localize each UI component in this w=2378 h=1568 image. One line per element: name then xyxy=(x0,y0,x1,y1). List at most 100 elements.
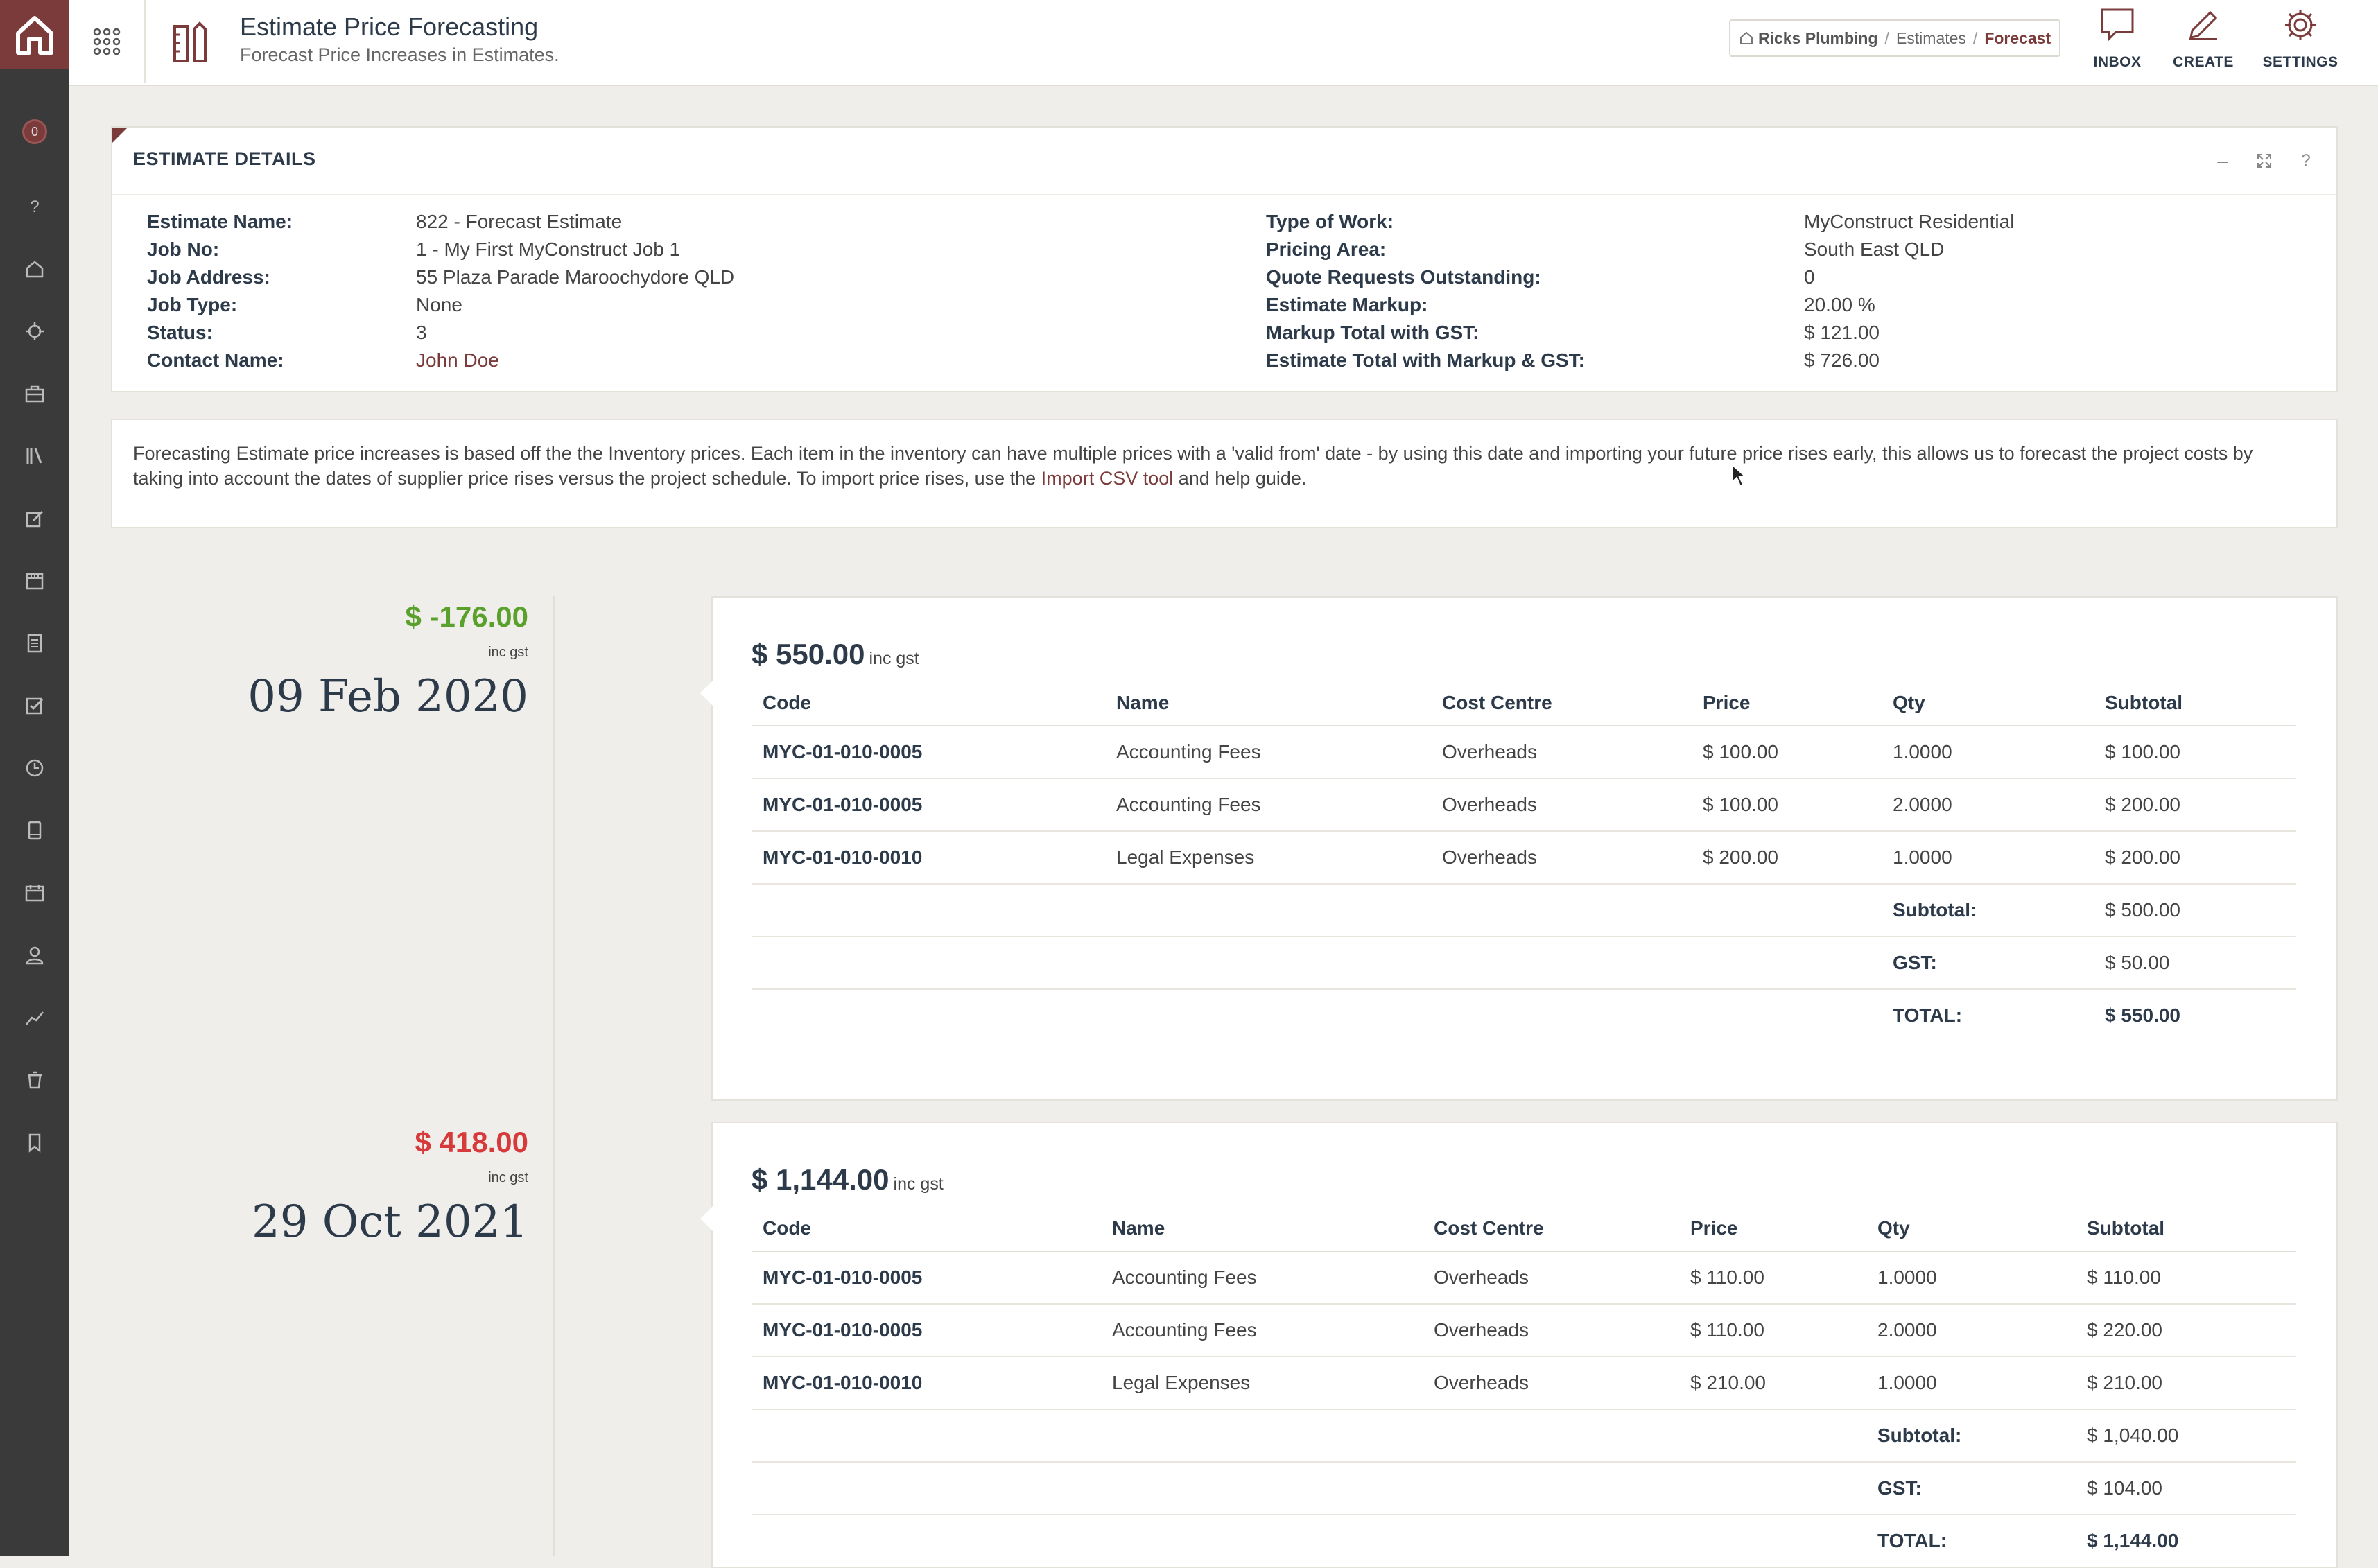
contact-name-link[interactable]: John Doe xyxy=(416,347,499,374)
forecast-total-inc-gst: inc gst xyxy=(893,1174,944,1194)
item-qty: 1.0000 xyxy=(1866,1251,2076,1305)
import-csv-link[interactable]: Import CSV tool xyxy=(1041,468,1174,489)
app-logo[interactable] xyxy=(0,0,69,69)
item-price: $ 100.00 xyxy=(1692,778,1882,832)
sidebar-item-reports[interactable] xyxy=(0,997,69,1038)
column-header: Price xyxy=(1692,681,1882,726)
item-code: MYC-01-010-0010 xyxy=(752,831,1105,885)
panel-header: ESTIMATE DETAILS – ? xyxy=(112,128,2336,195)
sidebar-item-books[interactable] xyxy=(0,435,69,477)
sidebar-item-devices[interactable] xyxy=(0,810,69,851)
estimate-markup-label: Estimate Markup: xyxy=(1266,294,1428,315)
home-icon xyxy=(26,261,44,278)
create-button[interactable]: CREATE xyxy=(2155,6,2252,75)
table-header-row: Code Name Cost Centre Price Qty Subtotal xyxy=(752,681,2296,726)
item-code: MYC-01-010-0005 xyxy=(752,726,1105,779)
quote-requests-value: 0 xyxy=(1804,266,1815,288)
table-row: MYC-01-010-0010 Legal Expenses Overheads… xyxy=(752,1357,2296,1410)
notification-count: 0 xyxy=(22,119,47,144)
subtotal-row: Subtotal: $ 1,040.00 xyxy=(752,1409,2296,1463)
table-row: MYC-01-010-0010 Legal Expenses Overheads… xyxy=(752,831,2296,885)
job-address-label: Job Address: xyxy=(147,266,270,288)
apps-grid-button[interactable] xyxy=(69,0,146,83)
item-name: Legal Expenses xyxy=(1101,1357,1423,1410)
sidebar-item-store[interactable] xyxy=(0,560,69,602)
price-change-inc-gst: inc gst xyxy=(488,1170,528,1185)
column-header: Qty xyxy=(1866,1206,2076,1252)
sidebar-item-documents[interactable] xyxy=(0,622,69,664)
sidebar-item-bookmarks[interactable] xyxy=(0,1122,69,1163)
card-pointer xyxy=(700,681,713,706)
item-qty: 1.0000 xyxy=(1866,1357,2076,1410)
settings-button[interactable]: SETTINGS xyxy=(2252,6,2349,75)
sidebar-item-edit[interactable] xyxy=(0,498,69,539)
panel-title: ESTIMATE DETAILS xyxy=(133,148,316,169)
sidebar-item-jobs[interactable] xyxy=(0,373,69,415)
column-header: Cost Centre xyxy=(1431,681,1692,726)
item-cost-centre: Overheads xyxy=(1423,1251,1679,1305)
breadcrumb-separator: / xyxy=(1884,28,1889,47)
pencil-icon xyxy=(2189,10,2218,40)
estimate-markup-value: 20.00 % xyxy=(1804,294,1875,315)
item-subtotal: $ 200.00 xyxy=(2094,778,2296,832)
sidebar-item-tasks[interactable] xyxy=(0,685,69,726)
item-price: $ 100.00 xyxy=(1692,726,1882,779)
notification-badge[interactable]: 0 xyxy=(0,104,69,159)
price-change-inc-gst: inc gst xyxy=(488,645,528,660)
inbox-button[interactable]: INBOX xyxy=(2069,6,2166,75)
item-price: $ 110.00 xyxy=(1679,1251,1866,1305)
item-code: MYC-01-010-0010 xyxy=(752,1357,1101,1410)
help-icon[interactable]: ? xyxy=(2292,147,2320,175)
edit-icon xyxy=(26,510,44,528)
document-icon xyxy=(27,634,42,653)
table-row: MYC-01-010-0005 Accounting Fees Overhead… xyxy=(752,1304,2296,1357)
forecast-date: 09 Feb 2020 xyxy=(248,671,528,722)
trash-icon xyxy=(28,1071,42,1089)
breadcrumb-home[interactable]: Ricks Plumbing xyxy=(1758,29,1878,48)
house-logo-icon xyxy=(16,16,53,55)
item-subtotal: $ 220.00 xyxy=(2076,1304,2296,1357)
estimate-total-label: Estimate Total with Markup & GST: xyxy=(1266,349,1585,371)
svg-text:?: ? xyxy=(30,198,39,216)
sidebar-item-contacts[interactable] xyxy=(0,934,69,976)
column-header: Name xyxy=(1101,1206,1423,1252)
pricing-area-value: South East QLD xyxy=(1804,238,1945,260)
table-header-row: Code Name Cost Centre Price Qty Subtotal xyxy=(752,1206,2296,1252)
sidebar-item-timesheets[interactable] xyxy=(0,747,69,789)
gst-label: GST: xyxy=(1866,1462,2076,1515)
column-header: Name xyxy=(1105,681,1431,726)
sidebar-item-target[interactable] xyxy=(0,311,69,352)
minimize-icon[interactable]: – xyxy=(2209,147,2237,175)
bookmark-icon xyxy=(28,1133,41,1153)
price-change-amount: $ -176.00 xyxy=(405,600,528,633)
item-qty: 1.0000 xyxy=(1882,726,2094,779)
sidebar-item-home[interactable] xyxy=(0,248,69,290)
status-label: Status: xyxy=(147,322,213,343)
total-row: TOTAL: $ 1,144.00 xyxy=(752,1515,2296,1567)
sidebar-item-help[interactable]: ? xyxy=(0,186,69,227)
item-subtotal: $ 110.00 xyxy=(2076,1251,2296,1305)
sidebar-item-trash[interactable] xyxy=(0,1059,69,1101)
sidebar-item-calendar[interactable] xyxy=(0,872,69,914)
expand-icon[interactable] xyxy=(2250,147,2278,175)
settings-label: SETTINGS xyxy=(2262,54,2338,70)
breadcrumb-current: Forecast xyxy=(1984,28,2051,47)
item-name: Legal Expenses xyxy=(1105,831,1431,885)
forecast-date: 29 Oct 2021 xyxy=(251,1196,528,1248)
home-icon xyxy=(1740,31,1753,44)
crosshair-icon xyxy=(26,322,44,340)
status-value: 3 xyxy=(416,322,427,343)
checklist-icon xyxy=(26,697,44,715)
item-code: MYC-01-010-0005 xyxy=(752,1304,1101,1357)
column-header: Subtotal xyxy=(2076,1206,2296,1252)
subtotal-label: Subtotal: xyxy=(1866,1409,2076,1463)
create-label: CREATE xyxy=(2173,54,2234,70)
job-type-value: None xyxy=(416,294,462,315)
forecast-card: $ 550.00 inc gst Code Name Cost Centre Pr… xyxy=(700,596,2338,1101)
item-qty: 2.0000 xyxy=(1882,778,2094,832)
breadcrumb-estimates[interactable]: Estimates xyxy=(1896,29,1966,48)
gst-label: GST: xyxy=(1882,937,2094,990)
breadcrumb-separator: / xyxy=(1972,28,1978,47)
gst-row: GST: $ 50.00 xyxy=(752,937,2296,990)
estimate-total-value: $ 726.00 xyxy=(1804,349,1880,371)
